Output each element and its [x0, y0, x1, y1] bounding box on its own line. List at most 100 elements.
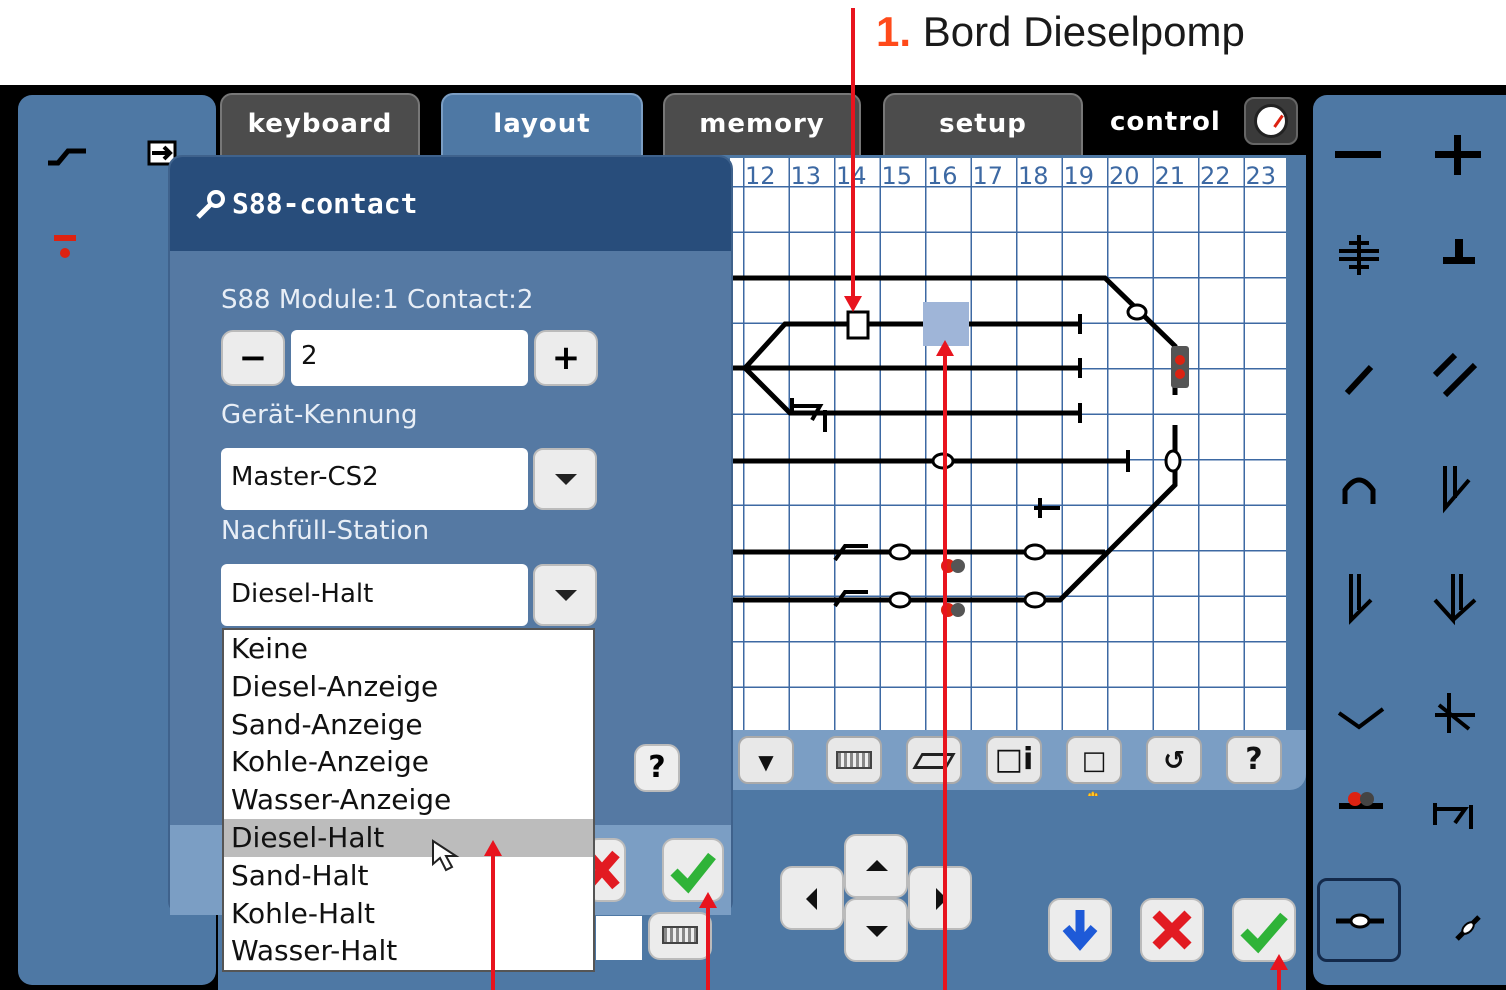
- annotation-number: 1.: [876, 8, 912, 55]
- annotation-arrowhead: [1270, 954, 1288, 970]
- tab-setup[interactable]: setup: [883, 93, 1083, 163]
- decrement-button[interactable]: −: [221, 330, 285, 386]
- column-number: 17: [972, 162, 1004, 190]
- tab-layout[interactable]: layout: [441, 93, 643, 159]
- column-number: 18: [1018, 162, 1049, 190]
- dialog-help-button[interactable]: ?: [634, 744, 680, 792]
- column-number: 12: [745, 162, 776, 190]
- arrow-right-button[interactable]: [908, 866, 972, 930]
- toolbar-dropdown-button[interactable]: ▼: [738, 736, 794, 784]
- annotation-caption: 1. Bord Dieselpomp: [876, 8, 1245, 56]
- annotation-arrowhead: [484, 840, 502, 856]
- dialog-header: S88-contact: [170, 157, 731, 251]
- red-x-icon: [1152, 910, 1192, 950]
- refill-station-select[interactable]: Diesel-Halt: [221, 564, 528, 626]
- arrow-up-button[interactable]: [844, 834, 908, 898]
- diesel-pump-icon[interactable]: [846, 310, 870, 340]
- crossing-icons[interactable]: [1335, 685, 1495, 745]
- device-id-select[interactable]: Master-CS2: [221, 448, 528, 510]
- column-number: 13: [790, 162, 822, 190]
- mouse-cursor-icon: [432, 839, 460, 872]
- keyboard-icon: [662, 926, 698, 944]
- dropdown-option[interactable]: Kohle-Anzeige: [224, 743, 593, 781]
- wrench-icon: [196, 190, 225, 219]
- rotate-button[interactable]: ↺: [1146, 736, 1202, 784]
- keyboard-icon: [836, 751, 872, 769]
- dialog-title: S88-contact: [232, 187, 418, 220]
- dropdown-option[interactable]: Wasser-Anzeige: [224, 781, 593, 819]
- column-number: 22: [1200, 162, 1231, 190]
- column-number: 19: [1063, 162, 1095, 190]
- keyboard-input-button[interactable]: [648, 912, 712, 960]
- move-down-button[interactable]: [1048, 898, 1112, 962]
- confirm-button[interactable]: [1232, 898, 1296, 962]
- dropdown-option[interactable]: Diesel-Anzeige: [224, 668, 593, 706]
- annotation-line-pump: [851, 8, 855, 298]
- dropdown-option[interactable]: Sand-Anzeige: [224, 706, 593, 744]
- toolbar-help-button[interactable]: ?: [1226, 736, 1282, 784]
- device-dropdown-button[interactable]: [533, 448, 597, 510]
- eraser-icon: [912, 753, 956, 769]
- column-number: 16: [927, 162, 958, 190]
- annotation-line-dialog-ok: [706, 904, 710, 990]
- move-button[interactable]: □✋: [1066, 736, 1122, 821]
- track-layout-drawing[interactable]: [730, 250, 1286, 630]
- dropdown-option[interactable]: Keine: [224, 630, 593, 668]
- column-number: 20: [1109, 162, 1140, 190]
- refill-station-options: Keine Diesel-Anzeige Sand-Anzeige Kohle-Anz…: [222, 628, 595, 972]
- track-element-icons-1[interactable]: [1335, 225, 1495, 285]
- annotation-line-option: [491, 852, 495, 990]
- arrow-up-icon: [866, 860, 888, 871]
- clock-icon: [1254, 104, 1288, 138]
- annotation-text: Bord Dieselpomp: [922, 8, 1245, 55]
- signal-remove-icon[interactable]: [52, 231, 78, 261]
- info-icon: □i: [994, 742, 1034, 777]
- refill-station-label: Nachfüll-Station: [221, 516, 430, 546]
- column-number: 21: [1154, 162, 1186, 190]
- right-sidebar: [1313, 95, 1506, 985]
- dropdown-option[interactable]: Sand-Halt: [224, 857, 593, 895]
- tunnel-icon[interactable]: [1335, 460, 1495, 520]
- dropdown-option[interactable]: Kohle-Halt: [224, 895, 593, 933]
- dropdown-option[interactable]: Wasser-Halt: [224, 932, 593, 970]
- module-info-label: S88 Module:1 Contact:2: [221, 285, 534, 315]
- eraser-button[interactable]: [906, 736, 962, 784]
- rotate-icon: ↺: [1163, 746, 1185, 776]
- column-number: 23: [1245, 162, 1277, 190]
- annotation-arrowhead: [699, 892, 717, 908]
- diagonal-contact-icon[interactable]: [1453, 913, 1483, 943]
- switch-icons[interactable]: [1335, 570, 1495, 630]
- track-element-icons-2[interactable]: [1335, 345, 1495, 405]
- arrow-down-button[interactable]: [844, 898, 908, 962]
- green-check-icon: [1240, 912, 1288, 954]
- increment-button[interactable]: +: [534, 330, 598, 386]
- clock-button[interactable]: [1244, 97, 1298, 145]
- cancel-button[interactable]: [1140, 898, 1204, 962]
- column-numbers: 12 13 1415 16 17 18 19 20 21 22 23: [745, 162, 1291, 190]
- refill-station-dropdown-button[interactable]: [533, 564, 597, 626]
- contact-number-input[interactable]: 2: [291, 330, 528, 386]
- annotation-line-cell: [943, 352, 947, 990]
- hidden-input-field[interactable]: [596, 916, 642, 960]
- tab-keyboard[interactable]: keyboard: [220, 93, 420, 163]
- keyboard-button[interactable]: [826, 736, 882, 784]
- contact-icon: [1336, 913, 1384, 929]
- arrow-left-icon: [806, 888, 817, 910]
- tab-control[interactable]: control: [1110, 93, 1240, 163]
- column-number: 15: [881, 162, 913, 190]
- green-check-icon: [670, 852, 716, 894]
- blue-down-arrow-icon: [1062, 910, 1098, 951]
- s88-contact-tool-button[interactable]: [1317, 878, 1401, 962]
- column-number: 14: [836, 162, 882, 190]
- arrow-left-button[interactable]: [780, 866, 844, 930]
- info-button[interactable]: □i: [986, 736, 1042, 784]
- zoom-controls-icon[interactable]: [1335, 135, 1495, 175]
- annotation-arrowhead: [936, 340, 954, 356]
- tab-memory[interactable]: memory: [663, 93, 861, 163]
- dropdown-option[interactable]: Diesel-Halt: [224, 818, 593, 857]
- turnout-icon[interactable]: [46, 143, 90, 167]
- annotation-arrowhead: [844, 296, 862, 312]
- signal-icons[interactable]: [1335, 785, 1495, 835]
- arrow-down-icon: [866, 926, 888, 937]
- device-id-label: Gerät-Kennung: [221, 400, 418, 430]
